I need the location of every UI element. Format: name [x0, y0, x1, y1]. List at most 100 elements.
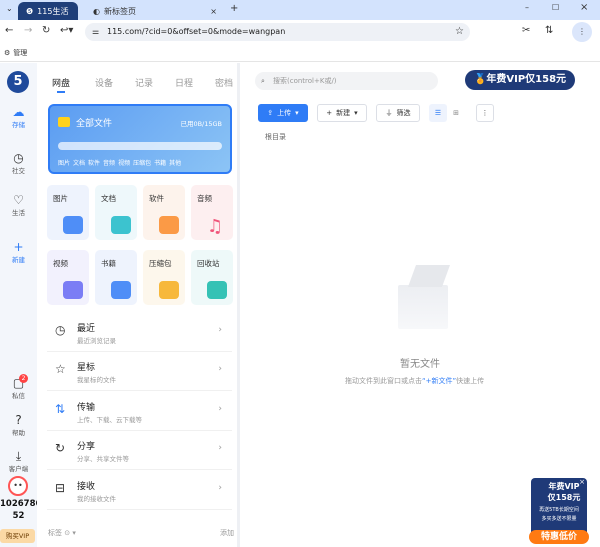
rail-item-help[interactable]: ? 帮助: [0, 413, 37, 437]
ad-line: 多买多送不限量: [541, 516, 577, 522]
all-files-card[interactable]: 全部文件 已用0B/15GB 图片 文档 软件 音频 视频 压缩包 书籍 其他: [48, 104, 232, 174]
menu-recent[interactable]: ◷ 最近 最近浏览记录 ›: [47, 313, 232, 352]
menu-received[interactable]: ⊟ 接收 我的接收文件 ›: [47, 471, 232, 510]
upload-label: 上传: [277, 109, 292, 117]
history-back-icon[interactable]: ↩▾: [60, 25, 73, 36]
nav-tab-vault[interactable]: 密档: [215, 76, 233, 89]
upload-button[interactable]: ⇪ 上传 ▾: [258, 104, 308, 122]
site-info-icon[interactable]: ⚌: [92, 23, 99, 41]
bookmark-manage[interactable]: 管理: [13, 48, 27, 58]
new-file-link[interactable]: “+新文件”: [422, 377, 456, 385]
archive-icon: [159, 281, 179, 299]
tile-archives[interactable]: 压缩包: [143, 250, 185, 305]
list-view-button[interactable]: ☰: [429, 104, 447, 122]
tile-label: 文档: [101, 194, 116, 203]
nav-tab-calendar[interactable]: 日程: [175, 76, 193, 89]
rail-label: 帮助: [12, 429, 25, 437]
tile-label: 视频: [53, 259, 68, 268]
plus-icon: +: [326, 109, 333, 117]
active-tab-indicator: [57, 91, 65, 93]
tags-dropdown[interactable]: 标签 ⊙ ▾: [48, 528, 76, 538]
new-button[interactable]: + 新建 ▾: [317, 104, 367, 122]
rail-label: 社交: [12, 167, 25, 175]
tile-software[interactable]: 软件: [143, 185, 185, 240]
menu-subtitle: 分享、共享文件等: [77, 455, 129, 463]
new-tab-button[interactable]: +: [230, 3, 238, 14]
vip-banner[interactable]: 🏅年费VIP仅158元: [465, 70, 575, 90]
rail-item-client[interactable]: ⤓ 客户端: [0, 449, 37, 473]
nav-tab-devices[interactable]: 设备: [95, 76, 113, 89]
tab-new[interactable]: ◐ 新标签页 ×: [85, 2, 225, 20]
more-options-button[interactable]: ⋮: [476, 104, 494, 122]
inbox-icon: ⊟: [55, 481, 66, 495]
download-icon: ⤓: [15, 449, 22, 463]
breadcrumb[interactable]: 根目录: [265, 132, 286, 142]
rail-item-social[interactable]: ◷ 社交: [0, 151, 37, 175]
url-bar[interactable]: ⚌ 115.com/?cid=0&offset=0&mode=wangpan ☆: [85, 23, 470, 41]
menu-title: 最近: [77, 324, 96, 334]
unread-badge: 2: [19, 374, 28, 383]
search-icon: ⌕: [261, 77, 265, 85]
avatar[interactable]: ••: [8, 476, 28, 496]
star-icon: ☆: [55, 362, 66, 376]
plus-icon: +: [13, 240, 24, 254]
scissors-icon[interactable]: ✂: [522, 25, 530, 36]
chevron-right-icon: ›: [218, 443, 222, 453]
close-window-button[interactable]: ×: [580, 2, 588, 13]
nav-tab-disk[interactable]: 网盘: [52, 76, 70, 89]
book-icon: [111, 281, 131, 299]
menu-icon[interactable]: ⋮: [572, 22, 592, 42]
user-id-line: 1026786: [0, 499, 42, 509]
vip-ad[interactable]: × 年费VIP 仅158元 再送5TB长期空间 多买多送不限量 特惠低价: [529, 478, 589, 544]
search-input[interactable]: ⌕ 搜索(control+K或/): [255, 72, 438, 90]
tile-books[interactable]: 书籍: [95, 250, 137, 305]
minimize-button[interactable]: –: [525, 3, 529, 12]
reload-icon[interactable]: ↻: [42, 25, 50, 36]
tile-label: 书籍: [101, 259, 116, 268]
transfer-icon: ⇅: [55, 402, 66, 416]
grid-view-button[interactable]: ⊞: [447, 104, 465, 122]
hint-text: 拖动文件到此窗口或点击: [345, 377, 422, 385]
bookmarks-bar: ⚙ 管理: [0, 44, 600, 62]
forward-icon[interactable]: →: [24, 25, 32, 36]
close-ad-icon[interactable]: ×: [579, 478, 585, 486]
medal-icon: 🏅: [473, 74, 487, 85]
rail-item-life[interactable]: ♡ 生活: [0, 193, 37, 217]
hint-text: 快速上传: [456, 377, 485, 385]
empty-box-icon: [390, 265, 456, 333]
rail-item-new[interactable]: + 新建: [0, 240, 37, 264]
chrome-icon: ◐: [93, 6, 100, 16]
app-logo: 5: [7, 71, 29, 93]
menu-transfer[interactable]: ⇅ 传输 上传、下载、云下载等 ›: [47, 392, 232, 431]
menu-starred[interactable]: ☆ 星标 我星标的文件 ›: [47, 352, 232, 391]
legend-item: 软件: [88, 160, 101, 167]
empty-title: 暂无文件: [400, 359, 440, 370]
filter-button[interactable]: ⏚ 筛选: [376, 104, 420, 122]
menu-share[interactable]: ↻ 分享 分享、共享文件等 ›: [47, 431, 232, 470]
software-icon: [159, 216, 179, 234]
tile-recycle-bin[interactable]: 回收站: [191, 250, 233, 305]
buy-vip-button[interactable]: 购买VIP: [0, 529, 35, 543]
rail-item-messages[interactable]: ▢ 私信 2: [0, 374, 37, 400]
tab-list-icon[interactable]: ⌄: [6, 4, 13, 13]
rail-label: 私信: [12, 392, 25, 400]
maximize-button[interactable]: ☐: [552, 3, 559, 12]
nav-tab-records[interactable]: 记录: [135, 76, 153, 89]
menu-subtitle: 我的接收文件: [77, 495, 116, 503]
back-icon[interactable]: ←: [5, 25, 13, 36]
ad-cta-button[interactable]: 特惠低价: [529, 530, 589, 544]
tile-label: 图片: [53, 194, 68, 203]
tile-audio[interactable]: 音频 ♫: [191, 185, 233, 240]
bookmark-star-icon[interactable]: ☆: [455, 23, 464, 41]
tile-docs[interactable]: 文档: [95, 185, 137, 240]
tab-115[interactable]: ❺ 115生活: [18, 2, 78, 20]
sort-icon[interactable]: ⇅: [545, 25, 553, 36]
rail-label: 存储: [12, 121, 25, 129]
close-tab-icon[interactable]: ×: [210, 7, 217, 16]
tile-images[interactable]: 图片: [47, 185, 89, 240]
rail-item-storage[interactable]: ☁ 存储: [0, 105, 37, 129]
music-icon: ♫: [207, 216, 224, 237]
tile-videos[interactable]: 视频: [47, 250, 89, 305]
tile-label: 软件: [149, 194, 164, 203]
add-tag-button[interactable]: 添加: [220, 528, 234, 538]
